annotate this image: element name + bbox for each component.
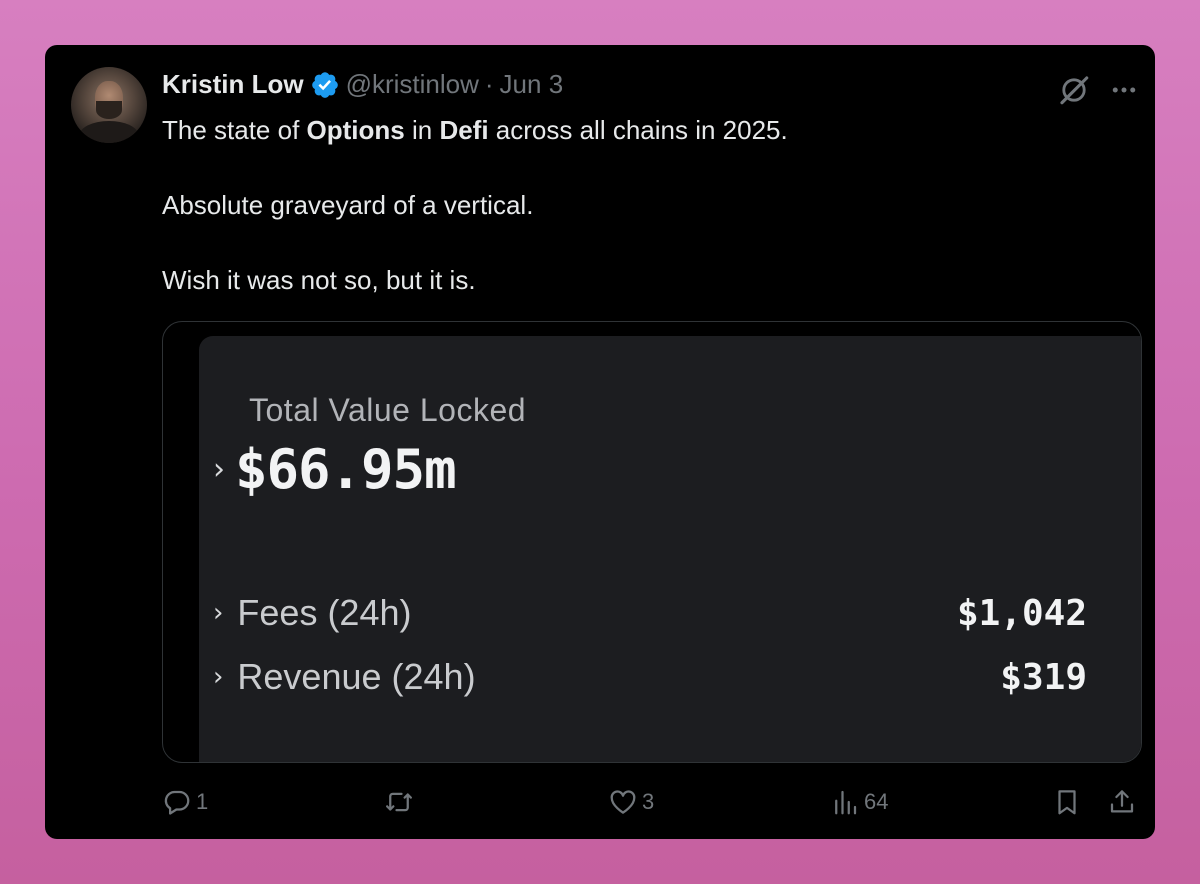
tweet-text-line3: Wish it was not so, but it is. bbox=[162, 265, 476, 295]
share-icon bbox=[1110, 790, 1134, 813]
tvl-value: $66.95m bbox=[235, 438, 457, 501]
repost-button[interactable] bbox=[384, 787, 418, 817]
chevron-right-icon: › bbox=[213, 662, 224, 692]
reply-button[interactable]: 1 bbox=[162, 787, 208, 817]
tweet-header: Kristin Low @kristinlow · Jun 3 bbox=[162, 69, 563, 100]
heart-icon bbox=[610, 790, 636, 814]
action-bar: 1 3 64 bbox=[162, 787, 1142, 823]
repost-icon bbox=[386, 792, 412, 812]
verified-badge-icon bbox=[311, 71, 338, 98]
tweet-text: The state of Options in Defi across all … bbox=[162, 111, 1122, 299]
fees-value: $1,042 bbox=[956, 592, 1087, 634]
share-button[interactable] bbox=[1107, 787, 1141, 817]
revenue-label: Revenue (24h) bbox=[237, 656, 476, 697]
views-count: 64 bbox=[864, 789, 889, 814]
tvl-label: Total Value Locked bbox=[249, 392, 527, 428]
bookmark-button[interactable] bbox=[1052, 787, 1086, 817]
tweet-text-line1: The state of Options in Defi across all … bbox=[162, 115, 788, 145]
revenue-row: › Revenue (24h) $319 bbox=[213, 656, 1087, 698]
bookmark-icon bbox=[1058, 790, 1076, 815]
like-count: 3 bbox=[642, 789, 655, 814]
like-button[interactable]: 3 bbox=[608, 787, 654, 817]
chevron-right-icon: › bbox=[213, 598, 224, 628]
fees-label: Fees (24h) bbox=[237, 592, 412, 633]
views-icon bbox=[835, 790, 857, 815]
fees-row: › Fees (24h) $1,042 bbox=[213, 592, 1087, 634]
views-button[interactable]: 64 bbox=[830, 787, 888, 817]
media-image[interactable]: Total Value Locked › $66.95m › Fees (24h… bbox=[162, 321, 1142, 763]
author-name[interactable]: Kristin Low bbox=[162, 69, 304, 100]
revenue-value: $319 bbox=[1000, 656, 1087, 698]
chevron-right-icon: › bbox=[213, 452, 225, 487]
avatar[interactable] bbox=[71, 67, 147, 143]
separator-dot: · bbox=[484, 69, 494, 99]
author-handle[interactable]: @kristinlow bbox=[346, 69, 479, 100]
reply-icon bbox=[164, 790, 190, 815]
more-icon[interactable] bbox=[1109, 75, 1139, 105]
grok-icon[interactable] bbox=[1057, 73, 1091, 107]
tweet-text-line2: Absolute graveyard of a vertical. bbox=[162, 190, 534, 220]
tvl-row: › $66.95m bbox=[213, 438, 457, 501]
stats-panel: Total Value Locked › $66.95m › Fees (24h… bbox=[199, 336, 1141, 762]
tweet-card[interactable]: Kristin Low @kristinlow · Jun 3 The stat… bbox=[45, 45, 1155, 839]
tweet-date[interactable]: Jun 3 bbox=[500, 69, 564, 100]
reply-count: 1 bbox=[196, 789, 209, 814]
